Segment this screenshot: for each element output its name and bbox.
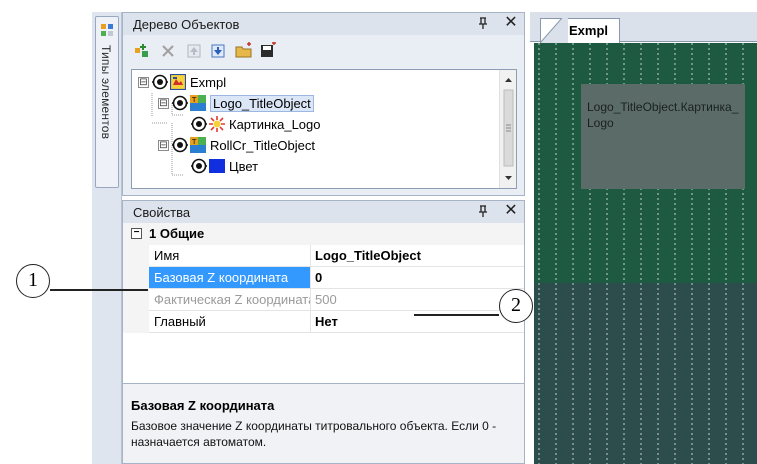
visibility-eye-icon[interactable] bbox=[190, 116, 208, 132]
tree-node-tsvet[interactable]: Цвет bbox=[190, 156, 258, 176]
object-tree-title: Дерево Объектов bbox=[133, 17, 240, 32]
callout-2-leader bbox=[414, 314, 499, 316]
grid-icon bbox=[101, 24, 113, 36]
collapse-toggle[interactable]: ⊟ bbox=[138, 76, 149, 88]
help-description: Базовое значение Z координаты титровальн… bbox=[131, 419, 497, 449]
document-tab-label: Exmpl bbox=[569, 23, 609, 38]
scene-icon bbox=[170, 74, 186, 90]
property-help-box: Базовая Z координата Базовое значение Z … bbox=[123, 383, 524, 463]
property-value: 500 bbox=[311, 289, 524, 311]
svg-text:T: T bbox=[191, 138, 197, 146]
pin-icon[interactable] bbox=[475, 16, 491, 32]
tree-node-label: Цвет bbox=[229, 158, 259, 174]
title-object-icon: T bbox=[190, 137, 206, 153]
properties-title: Свойства bbox=[133, 205, 191, 220]
color-icon bbox=[209, 159, 225, 173]
close-icon[interactable]: ✕ bbox=[503, 15, 519, 31]
collapse-toggle[interactable]: ⊟ bbox=[158, 97, 169, 109]
preview-canvas[interactable]: Logo_TitleObject.Картинка_Logo bbox=[534, 43, 757, 464]
property-row-name[interactable]: Имя Logo_TitleObject bbox=[123, 245, 524, 267]
svg-text:T: T bbox=[191, 96, 197, 104]
visibility-eye-icon[interactable] bbox=[171, 137, 189, 153]
property-name: Имя bbox=[149, 245, 311, 267]
document-tab-exmpl[interactable]: Exmpl bbox=[540, 18, 620, 44]
row-gutter bbox=[123, 245, 149, 267]
visibility-eye-icon[interactable] bbox=[151, 74, 169, 90]
tree-node-label: Картинка_Logo bbox=[229, 116, 321, 132]
move-down-icon[interactable] bbox=[207, 40, 229, 62]
title-object-preview[interactable]: Logo_TitleObject.Картинка_Logo bbox=[581, 84, 745, 189]
object-tree-toolbar bbox=[131, 40, 331, 64]
tree-scrollbar[interactable] bbox=[499, 70, 516, 188]
close-icon[interactable]: ✕ bbox=[503, 203, 519, 219]
element-types-label: Типы элементов bbox=[99, 45, 113, 140]
property-name: Фактическая Z координата bbox=[149, 289, 311, 311]
property-name: Главный bbox=[149, 311, 311, 333]
tree-node-logo-titleobject[interactable]: ⊟ T Logo_TitleObject bbox=[158, 93, 314, 113]
tree-node-rollcr-titleobject[interactable]: ⊟ T RollCr_TitleObject bbox=[158, 135, 315, 155]
property-name: Базовая Z координата bbox=[149, 267, 311, 289]
tree-node-label: Logo_TitleObject bbox=[210, 94, 314, 112]
category-collapse-toggle[interactable]: − bbox=[131, 228, 142, 239]
element-types-tab[interactable]: Типы элементов bbox=[95, 16, 119, 188]
visibility-eye-icon[interactable] bbox=[190, 158, 208, 174]
title-object-label: Logo_TitleObject.Картинка_Logo bbox=[587, 100, 739, 130]
title-object-icon: T bbox=[190, 95, 206, 111]
category-general[interactable]: − 1 Общие bbox=[123, 223, 524, 245]
visibility-eye-icon[interactable] bbox=[171, 95, 189, 111]
property-value[interactable]: Logo_TitleObject bbox=[311, 245, 524, 267]
properties-panel: Свойства ✕ − 1 Общие Имя Logo_TitleObjec… bbox=[122, 200, 525, 464]
row-gutter bbox=[123, 289, 149, 311]
tree-node-label: Exmpl bbox=[190, 74, 227, 90]
object-tree-view[interactable]: ⊟ Exmpl ⊟ T Logo_TitleObject Картинка_Lo… bbox=[131, 69, 517, 189]
save-icon[interactable] bbox=[257, 40, 279, 62]
property-value[interactable]: 0 bbox=[311, 267, 524, 289]
collapse-toggle[interactable]: ⊟ bbox=[158, 139, 169, 151]
pin-icon[interactable] bbox=[475, 204, 491, 220]
move-up-icon[interactable] bbox=[183, 40, 205, 62]
object-tree-header: Дерево Объектов ✕ bbox=[123, 13, 524, 35]
callout-1: 1 bbox=[16, 264, 50, 298]
tree-node-kartinka-logo[interactable]: Картинка_Logo bbox=[190, 114, 321, 134]
tab-slant-shape bbox=[540, 18, 568, 44]
properties-header: Свойства ✕ bbox=[123, 201, 524, 223]
add-object-icon[interactable] bbox=[131, 40, 153, 62]
callout-2: 2 bbox=[499, 289, 533, 323]
property-row-actual-z[interactable]: Фактическая Z координата 500 bbox=[123, 289, 524, 311]
delete-icon[interactable] bbox=[157, 40, 179, 62]
tree-node-exmpl[interactable]: ⊟ Exmpl bbox=[138, 72, 226, 92]
property-row-base-z[interactable]: Базовая Z координата 0 bbox=[123, 267, 524, 289]
picture-icon bbox=[209, 116, 225, 132]
row-gutter bbox=[123, 311, 149, 333]
category-label: 1 Общие bbox=[149, 226, 205, 241]
open-folder-icon[interactable] bbox=[233, 40, 255, 62]
property-grid[interactable]: − 1 Общие Имя Logo_TitleObject Базовая Z… bbox=[123, 223, 524, 383]
tree-node-label: RollCr_TitleObject bbox=[210, 137, 315, 153]
callout-1-leader bbox=[50, 289, 148, 291]
row-gutter bbox=[123, 267, 149, 289]
help-title: Базовая Z координата bbox=[131, 398, 275, 413]
object-tree-panel: Дерево Объектов ✕ ⊟ Exmpl ⊟ T Logo_Title… bbox=[122, 12, 525, 196]
